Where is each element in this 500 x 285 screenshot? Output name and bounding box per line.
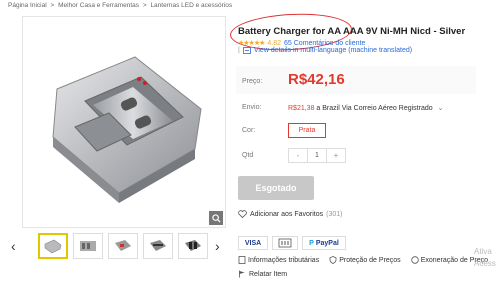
price-value: R$42,16 xyxy=(288,71,345,88)
rating-value: 4.82 xyxy=(267,39,282,47)
thumbnail-1[interactable] xyxy=(38,233,68,259)
product-title: Battery Charger for AA AAA 9V Ni-MH Nicd… xyxy=(238,26,466,37)
price-label: Preço: xyxy=(242,78,263,85)
watermark-line-1: Ativa xyxy=(474,247,492,256)
report-label: Relatar Item xyxy=(249,270,288,278)
paypal-badge: P PayPal xyxy=(302,236,346,250)
shield-icon xyxy=(329,256,337,264)
thumbnail-2[interactable] xyxy=(73,233,103,259)
heart-icon xyxy=(238,210,247,218)
quantity-increase-button[interactable]: + xyxy=(327,149,345,162)
add-to-favorites[interactable]: Adicionar aos Favoritos (301) xyxy=(238,210,343,218)
breadcrumb-home[interactable]: Página Inicial xyxy=(8,2,47,9)
star-rating-icon: ★★★★★ xyxy=(238,40,265,47)
chevron-left-icon[interactable]: ‹ xyxy=(11,238,16,254)
zoom-icon[interactable] xyxy=(209,211,223,225)
thumbnail-image xyxy=(44,239,62,254)
favorites-count: (301) xyxy=(326,210,343,218)
breadcrumb-separator: > xyxy=(142,2,147,9)
color-label: Cor: xyxy=(242,127,256,134)
rating-row: ★★★★★ 4.82 65 Comentários do cliente xyxy=(238,39,365,48)
quantity-decrease-button[interactable]: - xyxy=(289,149,307,162)
shipping-method: a Brazil Via Correio Aéreo Registrado xyxy=(314,105,433,112)
battery-charger-image xyxy=(52,56,202,203)
chevron-down-icon: ⌄ xyxy=(437,105,444,112)
breadcrumb-separator: > xyxy=(50,2,55,9)
tax-info-label: Informações tributárias xyxy=(248,256,320,264)
translate-icon xyxy=(242,47,251,54)
shipping-label: Envio: xyxy=(242,104,262,111)
quantity-stepper: - 1 + xyxy=(288,148,346,163)
visa-badge: VISA xyxy=(238,236,268,250)
watermark-line-2: Acess xyxy=(474,259,496,268)
thumbnail-5[interactable] xyxy=(178,233,208,259)
tax-info[interactable]: Informações tributárias xyxy=(238,256,319,264)
reviews-link[interactable]: 65 Comentários do cliente xyxy=(284,40,365,47)
multilang-row: | View details in multi-language (machin… xyxy=(238,47,412,54)
paypal-icon: P xyxy=(309,239,314,247)
breadcrumb: Página Inicial > Melhor Casa e Ferrament… xyxy=(8,2,234,9)
report-item[interactable]: Relatar Item xyxy=(238,270,287,278)
shipping-info[interactable]: R$21,38 a Brazil Via Correio Aéreo Regis… xyxy=(288,104,443,112)
favorites-label: Adicionar aos Favoritos xyxy=(250,210,324,218)
price-background xyxy=(236,66,476,94)
thumbnail-strip xyxy=(22,233,226,261)
shipping-cost: R$21,38 xyxy=(288,105,315,112)
color-option-prata[interactable]: Prata xyxy=(288,123,326,138)
bank-icon xyxy=(272,236,298,250)
flag-icon xyxy=(239,270,245,278)
breadcrumb-category[interactable]: Melhor Casa e Ferramentas xyxy=(58,2,139,9)
thumbnail-image xyxy=(185,240,201,251)
info-icon xyxy=(410,256,419,264)
price-protection-label: Proteção de Preços xyxy=(339,256,401,264)
windows-activation-watermark: Ativa Acess xyxy=(474,246,496,270)
multilang-link[interactable]: View details in multi-language (machine … xyxy=(254,47,412,54)
document-icon xyxy=(238,256,246,264)
divider: | xyxy=(238,47,240,54)
quantity-label: Qtd xyxy=(242,152,254,159)
thumbnail-image xyxy=(150,240,166,251)
paypal-label: PayPal xyxy=(315,239,339,247)
price-protection[interactable]: Proteção de Preços xyxy=(329,256,401,264)
breadcrumb-subcategory[interactable]: Lanternas LED e acessórios xyxy=(150,2,232,9)
chevron-right-icon[interactable]: › xyxy=(215,238,220,254)
thumbnail-image xyxy=(80,241,96,251)
sold-out-button[interactable]: Esgotado xyxy=(238,176,314,200)
main-product-image[interactable] xyxy=(22,16,226,228)
quantity-input[interactable]: 1 xyxy=(307,149,327,162)
features-row: Informações tributárias Proteção de Preç… xyxy=(238,256,488,264)
thumbnail-3[interactable] xyxy=(108,233,138,259)
thumbnail-4[interactable] xyxy=(143,233,173,259)
thumbnail-image xyxy=(115,240,131,251)
